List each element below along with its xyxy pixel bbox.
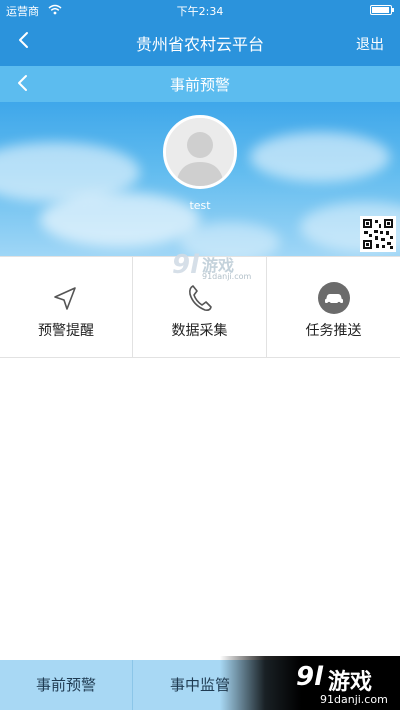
avatar[interactable] <box>163 115 237 189</box>
cloud-decoration <box>250 132 390 182</box>
exit-button[interactable]: 退出 <box>356 34 384 54</box>
watermark-mark: 9l <box>172 250 200 280</box>
watermark-mark: 9l <box>296 662 324 692</box>
watermark-url: 91danji.com <box>320 693 388 706</box>
feature-task-push[interactable]: 任务推送 <box>267 257 400 358</box>
watermark-logo: 9l 游戏 91danji.com <box>172 250 272 284</box>
tab-pre-warning[interactable]: 事前预警 <box>0 660 133 710</box>
user-silhouette-icon <box>166 118 234 186</box>
qr-code-icon[interactable] <box>360 216 396 252</box>
feature-label: 数据采集 <box>171 323 228 339</box>
app-title: 贵州省农村云平台 <box>135 35 264 54</box>
feature-warning-reminder[interactable]: 预警提醒 <box>0 257 133 358</box>
profile-banner: test <box>0 102 400 256</box>
status-bar: 运营商 下午2:34 <box>0 0 400 20</box>
top-bar: 运营商 下午2:34 贵州省农村云平台 退出 <box>0 0 400 66</box>
page-title: 事前预警 <box>169 76 230 94</box>
car-icon <box>317 282 350 314</box>
navigation-arrow-icon <box>54 287 76 310</box>
watermark-banner: 9l 游戏 91danji.com <box>220 656 400 710</box>
watermark-url: 91danji.com <box>202 272 252 281</box>
username: test <box>189 199 211 212</box>
battery-icon <box>370 5 394 15</box>
status-time: 下午2:34 <box>176 5 224 18</box>
feature-label: 任务推送 <box>305 323 362 339</box>
main-nav: 贵州省农村云平台 退出 <box>0 20 400 66</box>
phone-icon <box>188 285 212 311</box>
watermark-text: 游戏 <box>328 670 373 695</box>
feature-label: 预警提醒 <box>38 323 94 339</box>
sub-nav: 事前预警 <box>0 66 400 102</box>
